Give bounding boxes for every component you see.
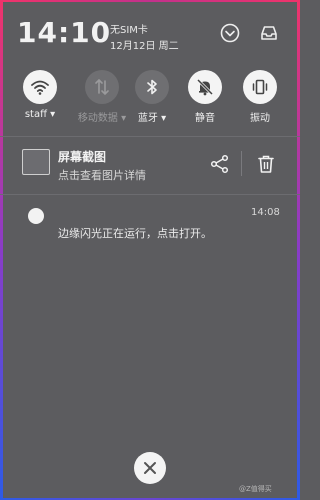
notification-title: 屏幕截图 — [58, 150, 107, 164]
delete-icon[interactable] — [255, 153, 277, 175]
close-icon — [144, 462, 156, 474]
screenshot-thumbnail — [22, 149, 50, 175]
vibrate-label: 振动 — [250, 113, 270, 124]
wifi-label: staff — [24, 109, 47, 120]
mute-label: 静音 — [195, 113, 215, 124]
notification-subtitle: 点击查看图片详情 — [58, 169, 146, 182]
bluetooth-label: 蓝牙 — [137, 113, 158, 124]
vibrate-toggle[interactable]: 振动 — [235, 70, 285, 124]
divider — [0, 136, 300, 137]
chevron-down-circle-icon[interactable] — [219, 22, 241, 44]
vibrate-icon — [243, 70, 277, 104]
action-separator — [241, 151, 242, 176]
carrier-label: 无SIM卡 — [110, 25, 148, 36]
mobile-data-toggle[interactable]: 移动数据 ▾ — [77, 70, 127, 124]
date-label: 12月12日 周二 — [110, 41, 179, 52]
edge-light-app-icon — [28, 208, 44, 224]
watermark: @Z值得买 — [239, 485, 272, 493]
mute-bell-icon — [188, 70, 222, 104]
mobile-data-icon — [85, 70, 119, 104]
bluetooth-toggle[interactable]: 蓝牙 ▾ — [127, 70, 177, 124]
notification-text: 边缘闪光正在运行，点击打开。 — [58, 227, 212, 240]
screenshot-notification[interactable]: 屏幕截图 点击查看图片详情 — [0, 140, 300, 190]
close-button[interactable] — [134, 452, 166, 484]
inbox-tray-icon[interactable] — [258, 22, 280, 44]
mute-toggle[interactable]: 静音 — [180, 70, 230, 124]
share-icon[interactable] — [209, 153, 231, 175]
wifi-toggle[interactable]: staff ▾ — [15, 70, 65, 120]
divider — [0, 194, 300, 195]
status-header: 14:10 无SIM卡 12月12日 周二 — [0, 0, 300, 58]
mobile-data-label: 移动数据 — [77, 113, 118, 124]
notification-time: 14:08 — [251, 207, 280, 218]
quick-settings: staff ▾ 移动数据 ▾ 蓝牙 ▾ 静音 振动 — [0, 70, 300, 130]
clock: 14:10 — [17, 16, 112, 49]
wifi-icon — [23, 70, 57, 104]
bluetooth-icon — [135, 70, 169, 104]
edge-light-notification[interactable]: 14:08 边缘闪光正在运行，点击打开。 — [0, 200, 300, 250]
